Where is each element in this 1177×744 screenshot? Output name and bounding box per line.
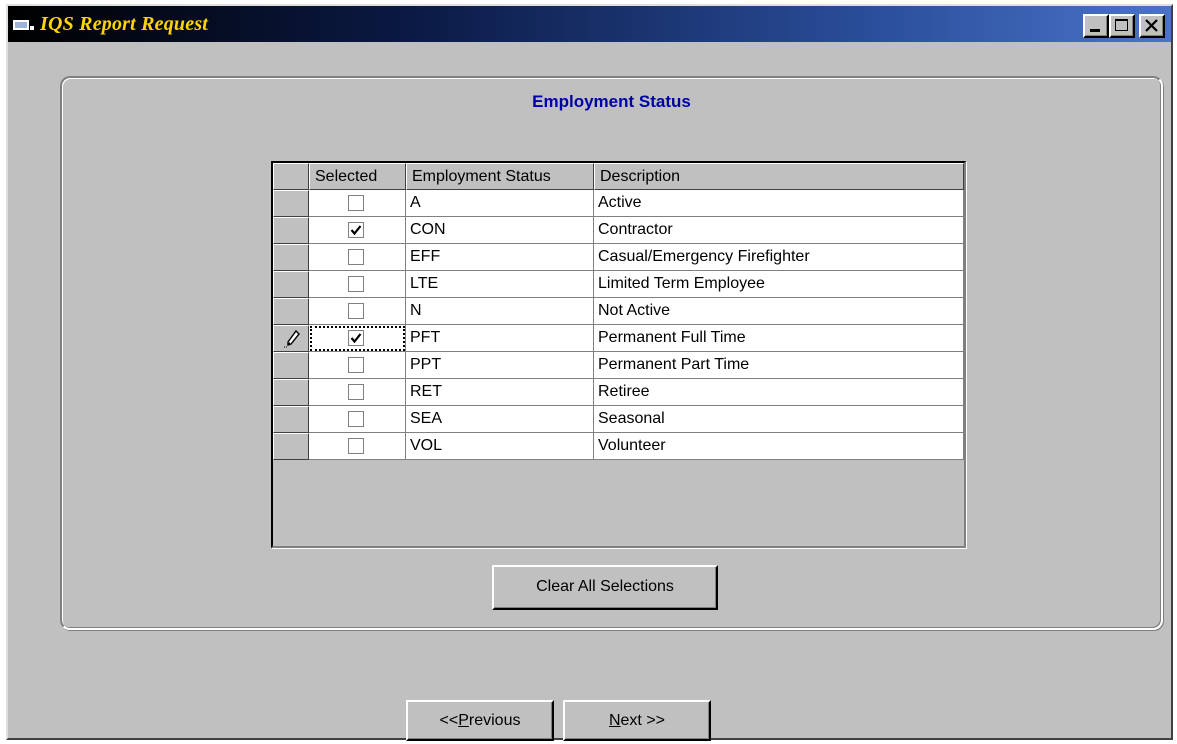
description-cell[interactable]: Limited Term Employee <box>594 271 964 298</box>
selected-checkbox[interactable] <box>348 438 364 454</box>
employment-status-cell[interactable]: RET <box>406 379 594 406</box>
previous-prefix: << <box>439 712 459 729</box>
description-cell[interactable]: Active <box>594 190 964 217</box>
table-row[interactable]: A Active <box>273 190 964 217</box>
app-icon <box>13 20 34 30</box>
report-request-window: IQS Report Request Employment Status Sel… <box>6 4 1173 741</box>
clear-all-selections-button[interactable]: Clear All Selections <box>492 565 718 610</box>
table-row[interactable]: VOL Volunteer <box>273 433 964 460</box>
selected-checkbox[interactable] <box>348 195 364 211</box>
title-bar[interactable]: IQS Report Request <box>8 6 1171 42</box>
next-rest: ext >> <box>620 712 666 729</box>
description-cell[interactable]: Contractor <box>594 217 964 244</box>
selected-checkbox[interactable] <box>348 303 364 319</box>
employment-status-cell[interactable]: N <box>406 298 594 325</box>
selected-cell[interactable] <box>309 298 406 325</box>
column-header-employment-status[interactable]: Employment Status <box>406 163 594 190</box>
previous-button[interactable]: << Previous <box>406 700 554 741</box>
selected-cell[interactable] <box>309 433 406 460</box>
row-selector[interactable] <box>273 379 309 406</box>
minimize-button[interactable] <box>1083 14 1109 38</box>
selected-checkbox[interactable] <box>348 276 364 292</box>
row-selector[interactable] <box>273 190 309 217</box>
table-row[interactable]: CON Contractor <box>273 217 964 244</box>
column-header-selected[interactable]: Selected <box>309 163 406 190</box>
window-title: IQS Report Request <box>40 13 209 35</box>
employment-status-cell[interactable]: A <box>406 190 594 217</box>
selected-cell[interactable] <box>309 190 406 217</box>
panel-title: Employment Status <box>532 92 691 111</box>
selected-checkbox[interactable] <box>348 330 364 346</box>
pencil-icon <box>284 329 300 348</box>
close-icon <box>1145 19 1158 32</box>
minimize-icon <box>1090 29 1100 32</box>
previous-rest: revious <box>468 712 521 729</box>
description-cell[interactable]: Casual/Emergency Firefighter <box>594 244 964 271</box>
next-button-label: Next >> <box>609 702 665 739</box>
row-selector[interactable] <box>273 271 309 298</box>
table-row[interactable]: PPT Permanent Part Time <box>273 352 964 379</box>
maximize-icon <box>1115 19 1128 31</box>
header-corner <box>273 163 309 190</box>
next-button[interactable]: Next >> <box>563 700 711 741</box>
selected-checkbox[interactable] <box>348 249 364 265</box>
row-selector[interactable] <box>273 217 309 244</box>
employment-status-cell[interactable]: LTE <box>406 271 594 298</box>
table-row[interactable]: PFT Permanent Full Time <box>273 325 964 352</box>
employment-status-grid[interactable]: Selected Employment Status Description A… <box>271 161 966 548</box>
description-cell[interactable]: Volunteer <box>594 433 964 460</box>
employment-status-cell[interactable]: VOL <box>406 433 594 460</box>
employment-status-cell[interactable]: SEA <box>406 406 594 433</box>
selected-cell[interactable] <box>309 352 406 379</box>
row-selector[interactable] <box>273 352 309 379</box>
row-selector[interactable] <box>273 298 309 325</box>
row-selector[interactable] <box>273 433 309 460</box>
table-row[interactable]: N Not Active <box>273 298 964 325</box>
next-accelerator: N <box>608 712 621 729</box>
selected-checkbox[interactable] <box>348 411 364 427</box>
selected-checkbox[interactable] <box>348 357 364 373</box>
table-row[interactable]: EFF Casual/Emergency Firefighter <box>273 244 964 271</box>
employment-status-cell[interactable]: EFF <box>406 244 594 271</box>
table-row[interactable]: RET Retiree <box>273 379 964 406</box>
employment-status-cell[interactable]: PFT <box>406 325 594 352</box>
table-row[interactable]: LTE Limited Term Employee <box>273 271 964 298</box>
description-cell[interactable]: Retiree <box>594 379 964 406</box>
row-selector[interactable] <box>273 406 309 433</box>
maximize-button[interactable] <box>1109 14 1135 38</box>
grid-header-row: Selected Employment Status Description <box>273 163 964 190</box>
previous-button-label: << Previous <box>440 702 521 739</box>
selected-cell[interactable] <box>309 379 406 406</box>
checkmark-icon <box>350 333 362 344</box>
clear-button-label: Clear All Selections <box>536 578 674 595</box>
close-button[interactable] <box>1139 14 1165 38</box>
column-header-description[interactable]: Description <box>594 163 964 190</box>
previous-accelerator: P <box>458 712 469 729</box>
selected-cell[interactable] <box>309 244 406 271</box>
employment-status-panel: Employment Status Selected Employment St… <box>60 76 1163 630</box>
selected-cell[interactable] <box>309 217 406 244</box>
selected-cell[interactable] <box>309 325 406 352</box>
selected-cell[interactable] <box>309 406 406 433</box>
description-cell[interactable]: Permanent Part Time <box>594 352 964 379</box>
description-cell[interactable]: Seasonal <box>594 406 964 433</box>
row-selector[interactable] <box>273 244 309 271</box>
selected-cell[interactable] <box>309 271 406 298</box>
description-cell[interactable]: Permanent Full Time <box>594 325 964 352</box>
selected-checkbox[interactable] <box>348 222 364 238</box>
row-selector[interactable] <box>273 325 309 352</box>
description-cell[interactable]: Not Active <box>594 298 964 325</box>
selected-checkbox[interactable] <box>348 384 364 400</box>
table-row[interactable]: SEA Seasonal <box>273 406 964 433</box>
employment-status-cell[interactable]: CON <box>406 217 594 244</box>
checkmark-icon <box>350 225 362 236</box>
employment-status-cell[interactable]: PPT <box>406 352 594 379</box>
